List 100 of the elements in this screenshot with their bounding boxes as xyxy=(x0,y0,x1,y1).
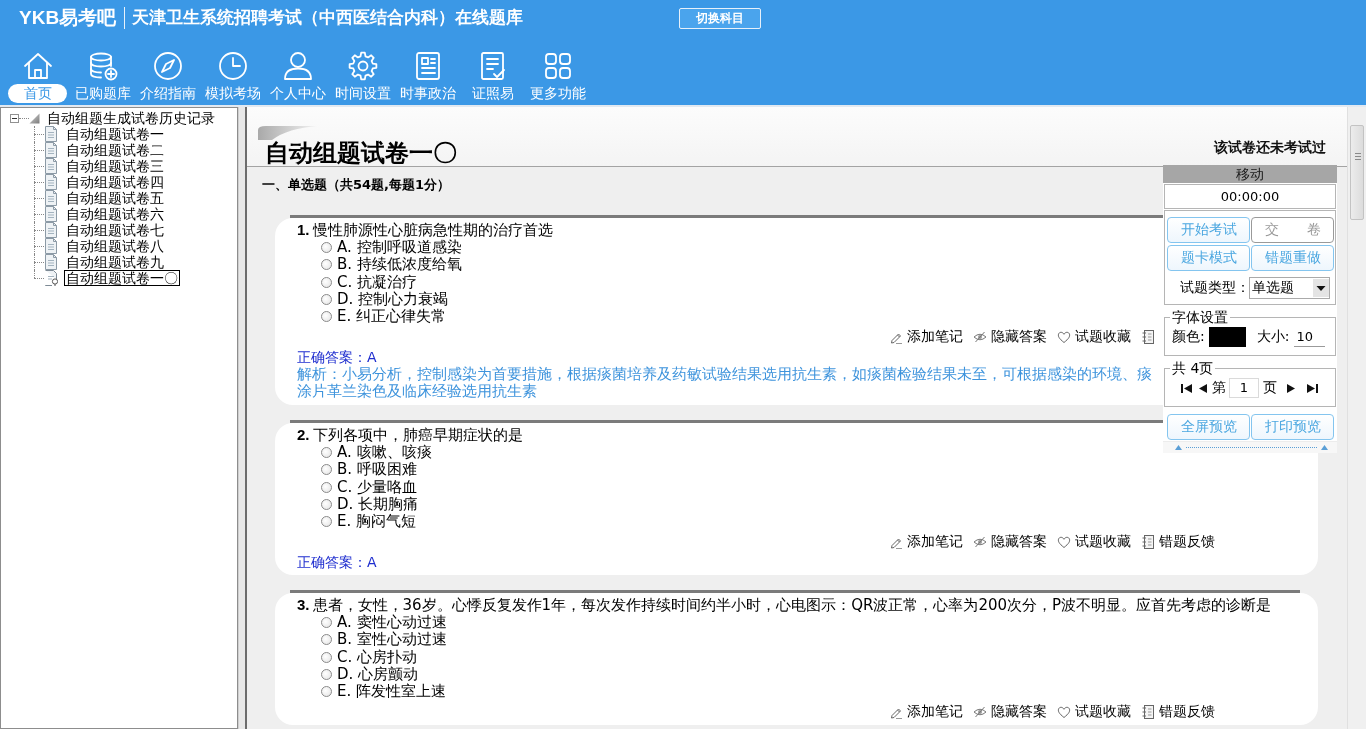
clock-icon xyxy=(216,50,249,82)
add-note-link[interactable]: 添加笔记 xyxy=(889,533,963,552)
eye-slash-icon xyxy=(973,330,987,345)
radio-button[interactable] xyxy=(321,259,332,271)
hide-answer-link[interactable]: 隐藏答案 xyxy=(973,703,1047,722)
radio-button[interactable] xyxy=(321,481,332,493)
document-icon xyxy=(44,142,58,158)
exam-status-text: 该试卷还未考试过 xyxy=(1214,139,1326,157)
panel-collapse-bar[interactable] xyxy=(1163,441,1337,453)
radio-button[interactable] xyxy=(321,242,332,254)
up-triangle-icon xyxy=(1321,445,1328,450)
logo-text: YKB易考吧 xyxy=(19,6,117,30)
notebook-icon[interactable] xyxy=(1141,330,1155,345)
tree-item[interactable]: 自动组题试卷三 xyxy=(64,158,166,174)
correct-answer-text: 正确答案：A xyxy=(297,348,378,366)
question-text: 患者，女性，36岁。心悸反复发作1年，每次发作持续时间约半小时，心电图示：QR波正常，心率为200次分，P波不明显。应首先考虑的诊断是 xyxy=(312,595,1272,614)
heart-icon xyxy=(1057,705,1071,720)
report-error-link[interactable]: 错题反馈 xyxy=(1141,533,1215,552)
hide-answer-link[interactable]: 隐藏答案 xyxy=(973,533,1047,552)
document-icon xyxy=(44,174,58,190)
caret-icon[interactable] xyxy=(1313,279,1329,297)
page-number-field[interactable]: 1 xyxy=(1229,378,1259,398)
gear-icon xyxy=(346,50,379,82)
document-icon xyxy=(44,126,58,142)
radio-button[interactable] xyxy=(321,447,332,459)
tree-item[interactable]: 自动组题试卷一〇 xyxy=(64,270,180,286)
tree-item[interactable]: 自动组题试卷一 xyxy=(64,126,166,142)
heart-icon xyxy=(1057,330,1071,345)
radio-button[interactable] xyxy=(321,669,332,680)
tree-item[interactable]: 自动组题试卷二 xyxy=(64,142,166,158)
option-text: B. 持续低浓度给氧 xyxy=(337,255,462,274)
option-text: A. 咳嗽、咳痰 xyxy=(337,443,432,462)
report-error-link[interactable]: 错题反馈 xyxy=(1141,703,1215,722)
heart-icon xyxy=(1057,535,1071,550)
tree-item[interactable]: 自动组题试卷五 xyxy=(64,190,166,206)
option-text: C. 抗凝治疗 xyxy=(337,272,417,291)
favorite-link[interactable]: 试题收藏 xyxy=(1057,703,1131,722)
option-text: A. 窦性心动过速 xyxy=(337,613,447,632)
section-heading: 一、单选题（共54题,每题1分） xyxy=(262,178,452,192)
option-text: E. 纠正心律失常 xyxy=(337,307,446,327)
radio-button[interactable] xyxy=(321,294,332,306)
app-title: 天津卫生系统招聘考试（中西医结合内科）在线题库 xyxy=(132,7,525,29)
tree-item[interactable]: 自动组题生成试卷历史记录 xyxy=(45,110,217,126)
group-label: 字体设置 xyxy=(1171,309,1229,325)
triangle-icon xyxy=(29,112,40,124)
radio-button[interactable] xyxy=(321,617,332,629)
radio-button[interactable] xyxy=(321,686,332,698)
field-label: 试题类型： xyxy=(1180,279,1249,297)
document-icon xyxy=(44,238,58,254)
radio-button[interactable] xyxy=(321,311,332,323)
option-text: D. 控制心力衰竭 xyxy=(337,290,449,309)
previous-page-icon[interactable] xyxy=(1199,383,1207,393)
add-note-link[interactable]: 添加笔记 xyxy=(889,328,963,347)
document-pin-icon xyxy=(44,270,58,286)
field-label: 页 xyxy=(1263,379,1277,397)
type-select[interactable]: 单选题 xyxy=(1249,277,1330,299)
question-number: 2. xyxy=(297,426,310,444)
panel-header[interactable]: 移动 xyxy=(1163,165,1337,183)
tree-item[interactable]: 自动组题试卷四 xyxy=(64,174,166,190)
timer-display: 00:00:00 xyxy=(1164,184,1336,209)
vertical-scrollbar[interactable] xyxy=(1347,107,1366,729)
document-icon xyxy=(44,190,58,206)
notebook-icon xyxy=(1141,705,1155,720)
document-icon xyxy=(44,206,58,222)
font-color-swatch[interactable] xyxy=(1208,327,1246,347)
tree-item[interactable]: 自动组题试卷六 xyxy=(64,206,166,222)
question-number: 1. xyxy=(297,221,310,239)
explanation-text: 解析：小易分析，控制感染为首要措施，根据痰菌培养及药敏试验结果选用抗生素，如痰菌检验结果未至，可根据感染的环境、痰涂片革兰染色及临床经验选用抗生素 xyxy=(297,366,1153,401)
question-number: 3. xyxy=(297,595,310,614)
up-triangle-icon xyxy=(1175,445,1182,450)
favorite-link[interactable]: 试题收藏 xyxy=(1057,328,1131,347)
radio-button[interactable] xyxy=(321,516,332,528)
option-text: D. 心房颤动 xyxy=(337,665,419,683)
eye-slash-icon xyxy=(973,705,987,720)
font-size-field[interactable]: 10 xyxy=(1294,327,1326,347)
scrollbar-thumb[interactable] xyxy=(1350,125,1364,220)
collapse-icon[interactable] xyxy=(10,113,19,123)
field-label: 颜色: xyxy=(1172,328,1205,346)
question-text: 下列各项中，肺癌早期症状的是 xyxy=(312,426,523,444)
add-note-link[interactable]: 添加笔记 xyxy=(889,703,963,722)
field-label: 第 xyxy=(1212,379,1226,397)
favorite-link[interactable]: 试题收藏 xyxy=(1057,533,1131,552)
tree-item[interactable]: 自动组题试卷八 xyxy=(64,238,166,254)
hide-answer-link[interactable]: 隐藏答案 xyxy=(973,328,1047,347)
radio-button[interactable] xyxy=(321,651,332,663)
correct-answer-text: 正确答案：A xyxy=(297,552,378,571)
option-text: E. 胸闷气短 xyxy=(337,512,416,532)
radio-button[interactable] xyxy=(321,464,332,476)
option-text: B. 呼吸困难 xyxy=(337,460,417,479)
option-text: C. 心房扑动 xyxy=(337,647,417,666)
first-page-icon[interactable] xyxy=(1181,383,1192,393)
last-page-icon[interactable] xyxy=(1307,383,1318,393)
next-page-icon[interactable] xyxy=(1287,383,1295,393)
tree-item[interactable]: 自动组题试卷九 xyxy=(64,254,166,270)
radio-button[interactable] xyxy=(321,634,332,646)
radio-button[interactable] xyxy=(321,499,332,510)
tree-item[interactable]: 自动组题试卷七 xyxy=(64,222,166,238)
notebook-icon xyxy=(1141,535,1155,550)
radio-button[interactable] xyxy=(321,276,332,288)
paper-title: 自动组题试卷一〇 xyxy=(265,140,457,166)
